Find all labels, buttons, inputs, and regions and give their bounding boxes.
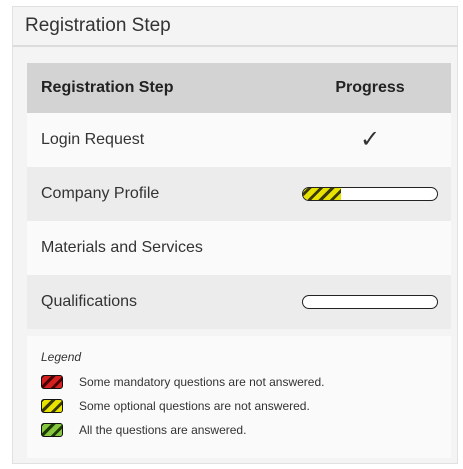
row-progress (289, 187, 451, 201)
registration-table: Registration Step Progress Login Request… (27, 63, 451, 329)
legend-title: Legend (41, 350, 82, 364)
green-striped-swatch-icon (41, 423, 63, 437)
legend-item-yellow: Some optional questions are not answered… (41, 394, 451, 418)
header-registration-step: Registration Step (41, 79, 174, 96)
red-striped-swatch-icon (41, 375, 63, 389)
legend-item-green: All the questions are answered. (41, 418, 451, 442)
row-label: Company Profile (41, 185, 160, 202)
legend-item-text: Some mandatory questions are not answere… (79, 375, 325, 389)
table-row-login-request[interactable]: Login Request ✓ (27, 113, 451, 167)
progress-bar (302, 187, 438, 201)
legend-item-red: Some mandatory questions are not answere… (41, 370, 451, 394)
table-row-company-profile[interactable]: Company Profile (27, 167, 451, 221)
yellow-striped-swatch-icon (41, 399, 63, 413)
row-label: Materials and Services (41, 239, 203, 256)
legend: Legend Some mandatory questions are not … (27, 336, 451, 458)
row-progress: ✓ (289, 128, 451, 152)
table-header: Registration Step Progress (27, 63, 451, 113)
table-row-qualifications[interactable]: Qualifications (27, 275, 451, 329)
row-label: Qualifications (41, 293, 138, 310)
legend-item-text: Some optional questions are not answered… (79, 399, 310, 413)
progress-bar-fill (303, 188, 341, 200)
row-label: Login Request (41, 131, 145, 148)
row-progress (289, 295, 451, 309)
registration-step-panel: Registration Step Registration Step Prog… (12, 6, 458, 464)
progress-bar (302, 295, 438, 309)
legend-item-text: All the questions are answered. (79, 423, 247, 437)
header-progress: Progress (335, 79, 405, 96)
panel-title: Registration Step (13, 7, 457, 47)
table-row-materials-and-services[interactable]: Materials and Services (27, 221, 451, 275)
checkmark-icon: ✓ (359, 126, 381, 153)
